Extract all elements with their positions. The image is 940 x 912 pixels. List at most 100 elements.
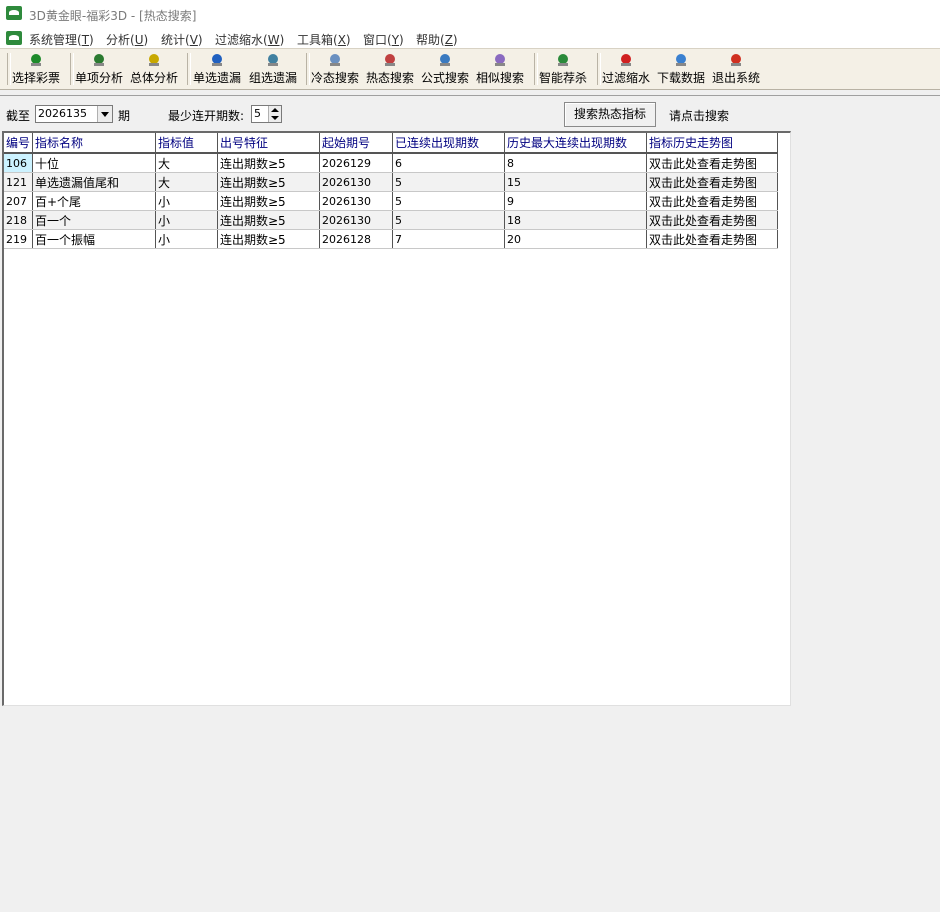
table-cell[interactable]: 2026130: [319, 172, 393, 192]
toolbar-button-3[interactable]: 单选遗漏: [193, 52, 241, 86]
table-cell[interactable]: 双击此处查看走势图: [646, 153, 778, 173]
toolbar-button-4[interactable]: 组选遗漏: [249, 52, 297, 86]
toolbar-button-label: 选择彩票: [12, 71, 61, 85]
toolbar-button-label: 热态搜索: [366, 71, 415, 85]
menu-item-1[interactable]: 分析(U): [106, 31, 148, 48]
menu-item-3[interactable]: 过滤缩水(W): [215, 31, 284, 48]
table-cell[interactable]: 小: [155, 210, 218, 230]
cutoff-period-select[interactable]: 2026135: [35, 105, 113, 123]
menu-label: 工具箱(: [297, 33, 338, 47]
cold-search-icon: [327, 52, 343, 68]
min-periods-value: 5: [254, 107, 261, 120]
table-cell[interactable]: 5: [392, 210, 505, 230]
menu-item-0[interactable]: 系统管理(T): [29, 31, 94, 48]
min-periods-label: 最少连开期数:: [168, 109, 245, 123]
table-row[interactable]: 121 单选遗漏值尾和大连出期数≥5 2026130 5 15 双击此处查看走势图: [4, 172, 778, 192]
table-cell[interactable]: 连出期数≥5: [217, 172, 320, 192]
menu-label: 分析(: [106, 33, 135, 47]
table-cell[interactable]: 百+个尾: [32, 191, 156, 211]
table-cell[interactable]: 2026128: [319, 229, 393, 249]
menu-label: 过滤缩水(: [215, 33, 268, 47]
overall-analysis-icon: [146, 52, 162, 68]
table-cell[interactable]: 小: [155, 229, 218, 249]
table-cell[interactable]: 106: [4, 153, 33, 173]
table-cell[interactable]: 小: [155, 191, 218, 211]
formula-search-icon: [437, 52, 453, 68]
toolbar-button-5[interactable]: 冷态搜索: [311, 52, 359, 86]
table-cell[interactable]: 2026130: [319, 191, 393, 211]
table-cell[interactable]: 18: [504, 210, 647, 230]
table-cell[interactable]: 连出期数≥5: [217, 153, 320, 173]
table-cell[interactable]: 双击此处查看走势图: [646, 210, 778, 230]
table-cell[interactable]: 双击此处查看走势图: [646, 191, 778, 211]
table-cell[interactable]: 6: [392, 153, 505, 173]
table-cell[interactable]: 2026129: [319, 153, 393, 173]
column-header[interactable]: 起始期号: [319, 133, 393, 154]
table-row[interactable]: 207 百+个尾小连出期数≥5 2026130 5 9 双击此处查看走势图: [4, 191, 778, 211]
table-cell[interactable]: 5: [392, 191, 505, 211]
column-header[interactable]: 指标值: [155, 133, 218, 154]
results-grid[interactable]: 编号 指标名称 指标值 出号特征 起始期号 已连续出现期数 历史最大连续出现期数 指标历史走势…: [2, 131, 791, 706]
spin-down-icon[interactable]: [268, 114, 281, 122]
menu-label-tail: ): [143, 33, 149, 47]
table-cell[interactable]: 连出期数≥5: [217, 229, 320, 249]
table-cell[interactable]: 大: [155, 153, 218, 173]
column-header[interactable]: 指标历史走势图: [646, 133, 778, 154]
menu-item-2[interactable]: 统计(V): [161, 31, 203, 48]
table-cell[interactable]: 219: [4, 229, 33, 249]
table-cell[interactable]: 双击此处查看走势图: [646, 172, 778, 192]
menu-item-4[interactable]: 工具箱(X): [297, 31, 351, 48]
table-cell[interactable]: 20: [504, 229, 647, 249]
table-cell[interactable]: 9: [504, 191, 647, 211]
table-cell[interactable]: 连出期数≥5: [217, 210, 320, 230]
table-cell[interactable]: 十位: [32, 153, 156, 173]
table-cell[interactable]: 大: [155, 172, 218, 192]
table-cell[interactable]: 百一个振幅: [32, 229, 156, 249]
chevron-down-icon[interactable]: [97, 106, 112, 122]
column-header[interactable]: 出号特征: [217, 133, 320, 154]
menu-bar: 系统管理(T) 分析(U) 统计(V) 过滤缩水(W) 工具箱(X) 窗口(Y) 帮助(Z): [0, 28, 940, 48]
table-cell[interactable]: 15: [504, 172, 647, 192]
hot-search-icon: [382, 52, 398, 68]
toolbar-button-10[interactable]: 过滤缩水: [602, 52, 650, 86]
table-cell[interactable]: 7: [392, 229, 505, 249]
table-cell[interactable]: 单选遗漏值尾和: [32, 172, 156, 192]
column-header[interactable]: 历史最大连续出现期数: [504, 133, 647, 154]
toolbar-button-label: 过滤缩水: [602, 71, 651, 85]
table-cell[interactable]: 双击此处查看走势图: [646, 229, 778, 249]
table-cell[interactable]: 连出期数≥5: [217, 191, 320, 211]
table-row[interactable]: 106 十位大连出期数≥5 2026129 6 8 双击此处查看走势图: [4, 153, 778, 173]
column-header[interactable]: 指标名称: [32, 133, 156, 154]
toolbar-button-label: 公式搜索: [421, 71, 470, 85]
toolbar-button-8[interactable]: 相似搜索: [476, 52, 524, 86]
toolbar-button-7[interactable]: 公式搜索: [421, 52, 469, 86]
table-cell[interactable]: 5: [392, 172, 505, 192]
toolbar-button-11[interactable]: 下载数据: [657, 52, 705, 86]
toolbar-button-0[interactable]: 选择彩票: [12, 52, 60, 86]
table-cell[interactable]: 2026130: [319, 210, 393, 230]
toolbar-button-label: 组选遗漏: [249, 71, 298, 85]
min-periods-stepper[interactable]: 5: [251, 105, 282, 123]
toolbar-button-9[interactable]: 智能荐杀: [539, 52, 587, 86]
menu-label: 统计(: [161, 33, 190, 47]
filter-shrink-icon: [618, 52, 634, 68]
search-hot-indicators-button[interactable]: 搜索热态指标: [564, 102, 656, 127]
menu-item-6[interactable]: 帮助(Z): [416, 31, 458, 48]
table-cell[interactable]: 8: [504, 153, 647, 173]
column-header[interactable]: 已连续出现期数: [392, 133, 505, 154]
toolbar-button-12[interactable]: 退出系统: [712, 52, 760, 86]
table-row[interactable]: 219 百一个振幅小连出期数≥5 2026128 7 20 双击此处查看走势图: [4, 229, 778, 249]
menu-label-tail: ): [399, 33, 404, 47]
table-cell[interactable]: 121: [4, 172, 33, 192]
table-row[interactable]: 218 百一个小连出期数≥5 2026130 5 18 双击此处查看走势图: [4, 210, 778, 230]
table-cell[interactable]: 218: [4, 210, 33, 230]
column-header[interactable]: 编号: [4, 133, 33, 154]
toolbar-button-label: 单项分析: [75, 71, 124, 85]
toolbar-button-1[interactable]: 单项分析: [75, 52, 123, 86]
toolbar-button-2[interactable]: 总体分析: [130, 52, 178, 86]
menu-item-5[interactable]: 窗口(Y): [363, 31, 404, 48]
table-cell[interactable]: 百一个: [32, 210, 156, 230]
table-cell[interactable]: 207: [4, 191, 33, 211]
toolbar-button-6[interactable]: 热态搜索: [366, 52, 414, 86]
toolbar-button-label: 下载数据: [657, 71, 706, 85]
